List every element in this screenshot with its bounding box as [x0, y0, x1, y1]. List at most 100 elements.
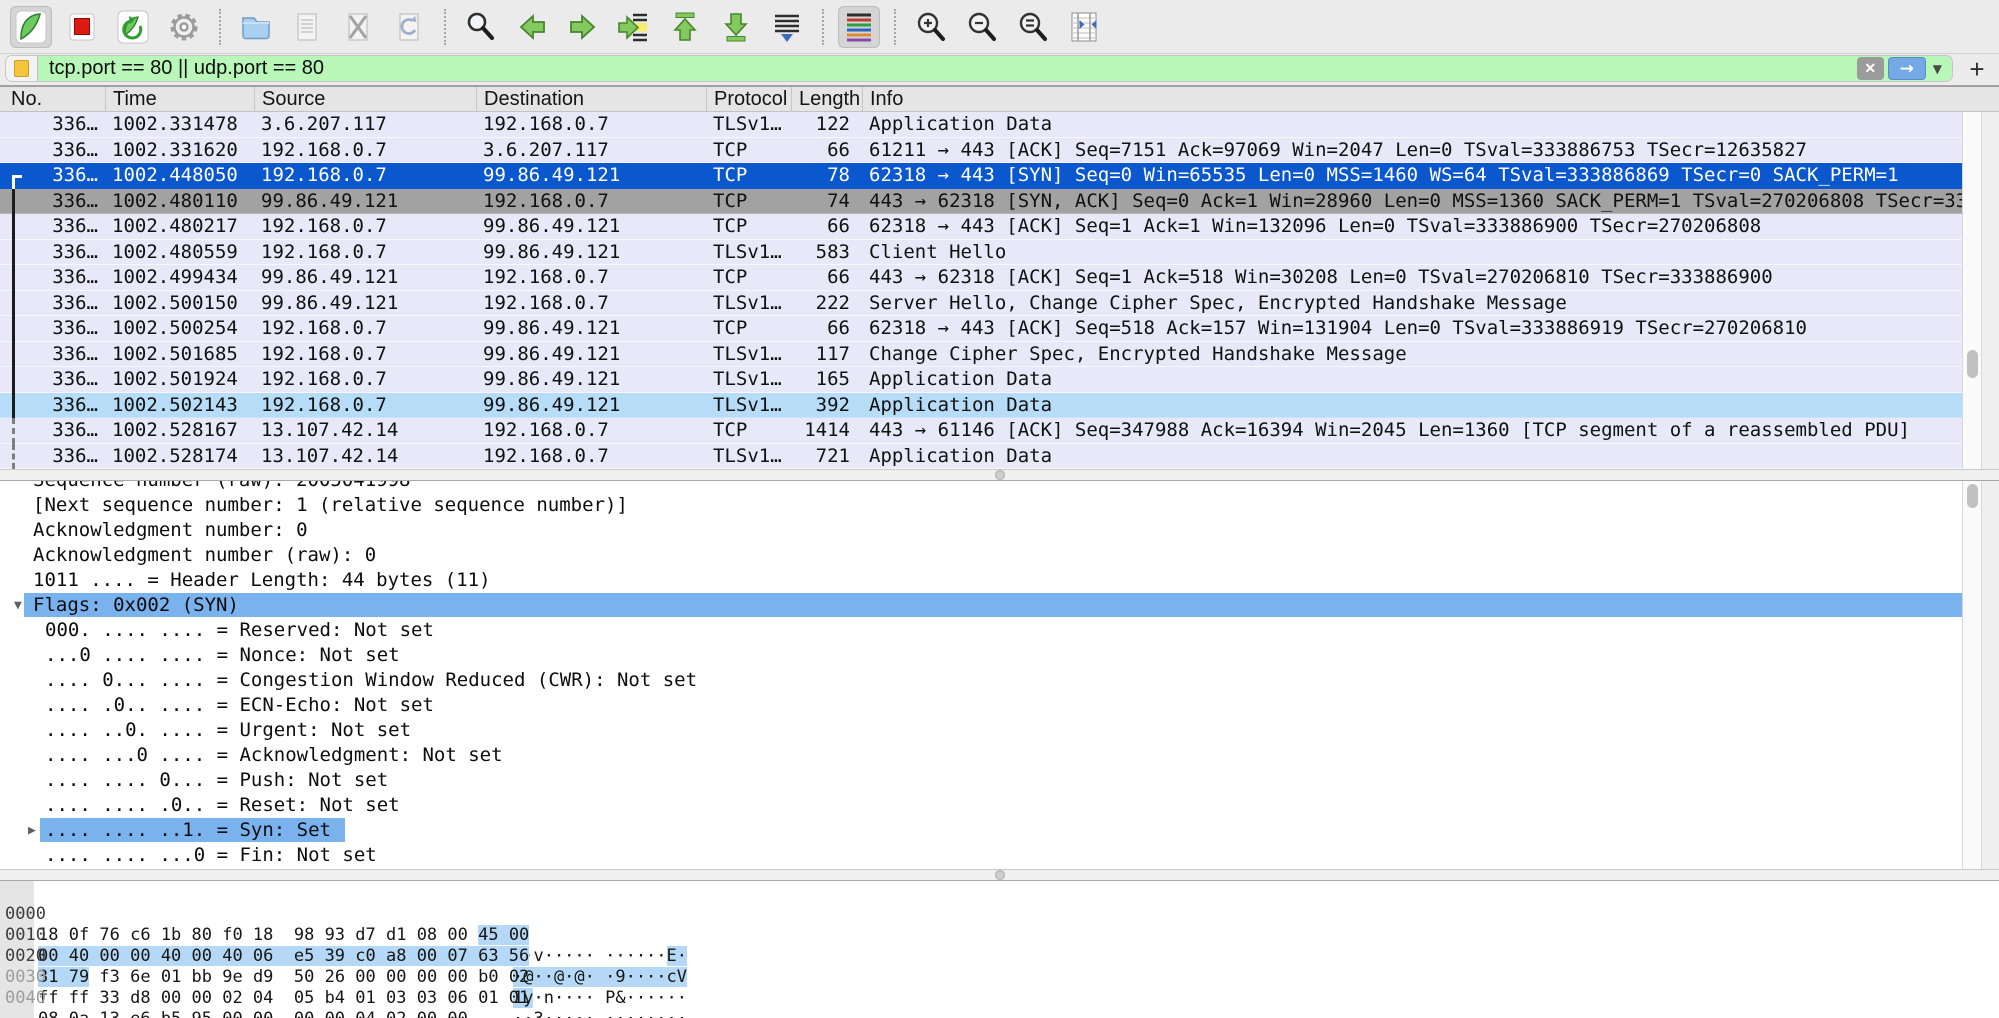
detail-line[interactable]: [Next sequence number: 1 (relative seque… [0, 493, 1962, 518]
colorize-packets-button[interactable] [838, 6, 880, 48]
list-details-splitter[interactable] [0, 469, 1999, 481]
packet-row[interactable]: 336… 1002.480217 192.168.0.7 99.86.49.12… [0, 214, 1962, 240]
start-capture-button[interactable] [10, 6, 52, 48]
open-file-button[interactable] [235, 6, 277, 48]
splitter-grip-icon [995, 870, 1005, 880]
splitter-grip-icon [995, 470, 1005, 480]
capture-options-button[interactable] [163, 6, 205, 48]
go-forward-button[interactable] [562, 6, 604, 48]
details-hex-splitter[interactable] [0, 869, 1999, 881]
packet-length: 78 [792, 163, 863, 189]
detail-line[interactable]: .... .... 0... = Push: Not set [0, 768, 1962, 793]
packet-row[interactable]: 336… 1002.499434 99.86.49.121 192.168.0.… [0, 265, 1962, 291]
detail-line[interactable]: ▶ .... .... ..1. = Syn: Set [0, 818, 1962, 843]
column-header-no[interactable]: No. [0, 87, 106, 111]
go-back-button[interactable] [511, 6, 553, 48]
packet-details-scrollbar[interactable] [1962, 481, 1982, 869]
packet-source: 192.168.0.7 [255, 342, 477, 368]
detail-line[interactable]: 000. .... .... = Reserved: Not set [0, 618, 1962, 643]
packet-row[interactable]: 336… 1002.480559 192.168.0.7 99.86.49.12… [0, 240, 1962, 266]
display-filter-input[interactable]: tcp.port == 80 || udp.port == 80 [5, 55, 1953, 82]
filter-clear-button[interactable] [1857, 57, 1884, 80]
packet-destination: 192.168.0.7 [477, 291, 707, 317]
detail-line[interactable]: ▼ Flags: 0x002 (SYN) [0, 593, 1962, 618]
packet-time: 1002.502143 [106, 393, 255, 419]
packet-row[interactable]: 336… 1002.448050 192.168.0.7 99.86.49.12… [0, 163, 1962, 189]
resize-columns-button[interactable] [1063, 6, 1105, 48]
packet-row[interactable]: 336… 1002.501924 192.168.0.7 99.86.49.12… [0, 367, 1962, 393]
hex-line[interactable]: 0030 ff ff 33 d8 00 00 02 04 05 b4 01 03… [0, 946, 1999, 967]
auto-scroll-button[interactable] [766, 6, 808, 48]
detail-line[interactable]: ...0 .... .... = Nonce: Not set [0, 643, 1962, 668]
hex-ascii[interactable]: ··3····· ········ [513, 1009, 687, 1018]
go-to-packet-button[interactable] [613, 6, 655, 48]
detail-line[interactable]: .... ...0 .... = Acknowledgment: Not set [0, 743, 1962, 768]
detail-text: .... 0... .... = Congestion Window Reduc… [0, 668, 1962, 693]
column-header-info[interactable]: Info [863, 87, 1999, 111]
hex-line[interactable]: 0010 00 40 00 00 40 00 40 06 e5 39 c0 a8… [0, 904, 1999, 925]
detail-line[interactable]: .... 0... .... = Congestion Window Reduc… [0, 668, 1962, 693]
packet-row[interactable]: 336… 1002.500254 192.168.0.7 99.86.49.12… [0, 316, 1962, 342]
detail-line[interactable]: 1011 .... = Header Length: 44 bytes (11) [0, 568, 1962, 593]
zoom-reset-button[interactable] [1012, 6, 1054, 48]
detail-line[interactable]: .... ..0. .... = Urgent: Not set [0, 718, 1962, 743]
reload-file-button[interactable] [388, 6, 430, 48]
hex-line[interactable]: 0000 18 0f 76 c6 1b 80 f0 18 98 93 d7 d1… [0, 883, 1999, 904]
detail-line[interactable]: .... .0.. .... = ECN-Echo: Not set [0, 693, 1962, 718]
go-last-packet-button[interactable] [715, 6, 757, 48]
column-header-protocol[interactable]: Protocol [707, 87, 792, 111]
detail-line[interactable]: Sequence number (raw): 2005041998 [0, 481, 1962, 493]
detail-text: .... .... 0... = Push: Not set [0, 768, 1962, 793]
packet-row[interactable]: 336… 1002.331620 192.168.0.7 3.6.207.117… [0, 138, 1962, 164]
packet-no: 336… [0, 138, 106, 164]
packet-info: Change Cipher Spec, Encrypted Handshake … [863, 342, 1962, 368]
detail-line[interactable]: .... .... .0.. = Reset: Not set [0, 793, 1962, 818]
close-file-button[interactable] [337, 6, 379, 48]
column-header-length[interactable]: Length [792, 87, 863, 111]
detail-line[interactable]: Acknowledgment number: 0 [0, 518, 1962, 543]
packet-length: 1414 [792, 418, 863, 444]
column-header-source[interactable]: Source [255, 87, 477, 111]
filter-bookmark-button[interactable] [6, 56, 38, 81]
packet-row[interactable]: 336… 1002.480110 99.86.49.121 192.168.0.… [0, 189, 1962, 215]
column-header-time[interactable]: Time [106, 87, 255, 111]
packet-row[interactable]: 336… 1002.528167 13.107.42.14 192.168.0.… [0, 418, 1962, 444]
packet-info: 443 → 61146 [ACK] Seq=347988 Ack=16394 W… [863, 418, 1962, 444]
hex-bytes[interactable]: 08 0a 13 e6 b5 95 00 00 00 00 04 02 00 0… [38, 1009, 468, 1018]
detail-line[interactable]: .... .... ...0 = Fin: Not set [0, 843, 1962, 868]
go-first-packet-button[interactable] [664, 6, 706, 48]
scrollbar-thumb[interactable] [1967, 484, 1978, 508]
restart-capture-button[interactable] [112, 6, 154, 48]
packet-row[interactable]: 336… 1002.502143 192.168.0.7 99.86.49.12… [0, 393, 1962, 419]
save-file-button[interactable] [286, 6, 328, 48]
detail-line[interactable]: Acknowledgment number (raw): 0 [0, 543, 1962, 568]
packet-row[interactable]: 336… 1002.528174 13.107.42.14 192.168.0.… [0, 444, 1962, 470]
column-header-destination[interactable]: Destination [477, 87, 707, 111]
arrow-left-icon [514, 9, 550, 45]
packet-row[interactable]: 336… 1002.500150 99.86.49.121 192.168.0.… [0, 291, 1962, 317]
display-filter-value[interactable]: tcp.port == 80 || udp.port == 80 [38, 57, 1857, 80]
packet-time: 1002.500254 [106, 316, 255, 342]
packet-source: 99.86.49.121 [255, 291, 477, 317]
hex-bytes[interactable]: ff ff 33 d8 00 00 02 04 05 b4 01 03 03 0… [38, 988, 529, 1009]
zoom-in-button[interactable] [910, 6, 952, 48]
packet-list-scrollbar[interactable] [1962, 112, 1982, 469]
packet-row[interactable]: 336… 1002.501685 192.168.0.7 99.86.49.12… [0, 342, 1962, 368]
hex-ascii[interactable]: 1y·n···· P&······ [513, 988, 687, 1009]
scrollbar-thumb[interactable] [1967, 350, 1978, 378]
detail-text: .... ..0. .... = Urgent: Not set [0, 718, 1962, 743]
filter-history-dropdown[interactable] [1933, 62, 1942, 76]
packet-row[interactable]: 336… 1002.331478 3.6.207.117 192.168.0.7… [0, 112, 1962, 138]
filter-add-button[interactable] [1963, 56, 1991, 82]
packet-destination: 99.86.49.121 [477, 214, 707, 240]
packet-info: 443 → 62318 [ACK] Seq=1 Ack=518 Win=3020… [863, 265, 1962, 291]
hex-line[interactable]: 0020 31 79 f3 6e 01 bb 9e d9 50 26 00 00… [0, 925, 1999, 946]
zoom-out-button[interactable] [961, 6, 1003, 48]
filter-apply-button[interactable] [1888, 57, 1926, 80]
arrow-right-icon [565, 9, 601, 45]
packet-destination: 3.6.207.117 [477, 138, 707, 164]
hex-line[interactable]: 0040 08 0a 13 e6 b5 95 00 00 00 00 04 02… [0, 967, 1999, 988]
detail-text: Acknowledgment number: 0 [0, 518, 1962, 543]
stop-capture-button[interactable] [61, 6, 103, 48]
find-packet-button[interactable] [460, 6, 502, 48]
